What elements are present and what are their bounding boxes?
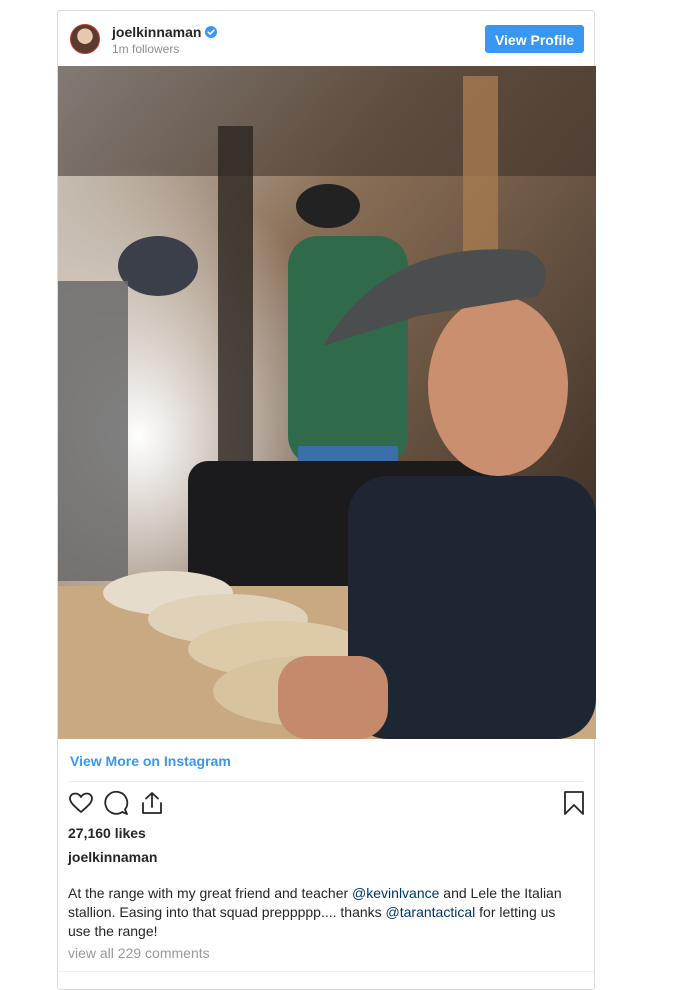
view-all-comments-link[interactable]: view all 229 comments <box>68 945 210 961</box>
divider <box>58 971 594 972</box>
share-icon[interactable] <box>139 790 165 816</box>
caption-author[interactable]: joelkinnaman <box>68 849 157 865</box>
heart-icon[interactable] <box>68 790 94 816</box>
mention-link[interactable]: @kevinlvance <box>352 885 439 901</box>
view-more-on-instagram-link[interactable]: View More on Instagram <box>70 753 231 769</box>
caption-text: At the range with my great friend and te… <box>68 884 578 941</box>
post-header: joelkinnaman 1m followers View Profile <box>58 11 594 66</box>
instagram-embed-card: joelkinnaman 1m followers View Profile V… <box>57 10 596 990</box>
comment-icon[interactable] <box>104 790 130 816</box>
followers-count: 1m followers <box>112 42 180 56</box>
avatar[interactable] <box>70 24 100 54</box>
username[interactable]: joelkinnaman <box>112 24 201 40</box>
verified-badge-icon <box>205 26 218 38</box>
view-profile-button[interactable]: View Profile <box>485 25 584 53</box>
username-row: joelkinnaman <box>112 24 218 40</box>
likes-count[interactable]: 27,160 likes <box>68 825 146 841</box>
divider <box>68 781 584 782</box>
post-photo[interactable] <box>58 66 596 739</box>
caption-part: At the range with my great friend and te… <box>68 885 353 901</box>
mention-link[interactable]: @tarantactical <box>386 904 476 920</box>
photo-image <box>58 66 596 739</box>
bookmark-icon[interactable] <box>561 790 587 816</box>
